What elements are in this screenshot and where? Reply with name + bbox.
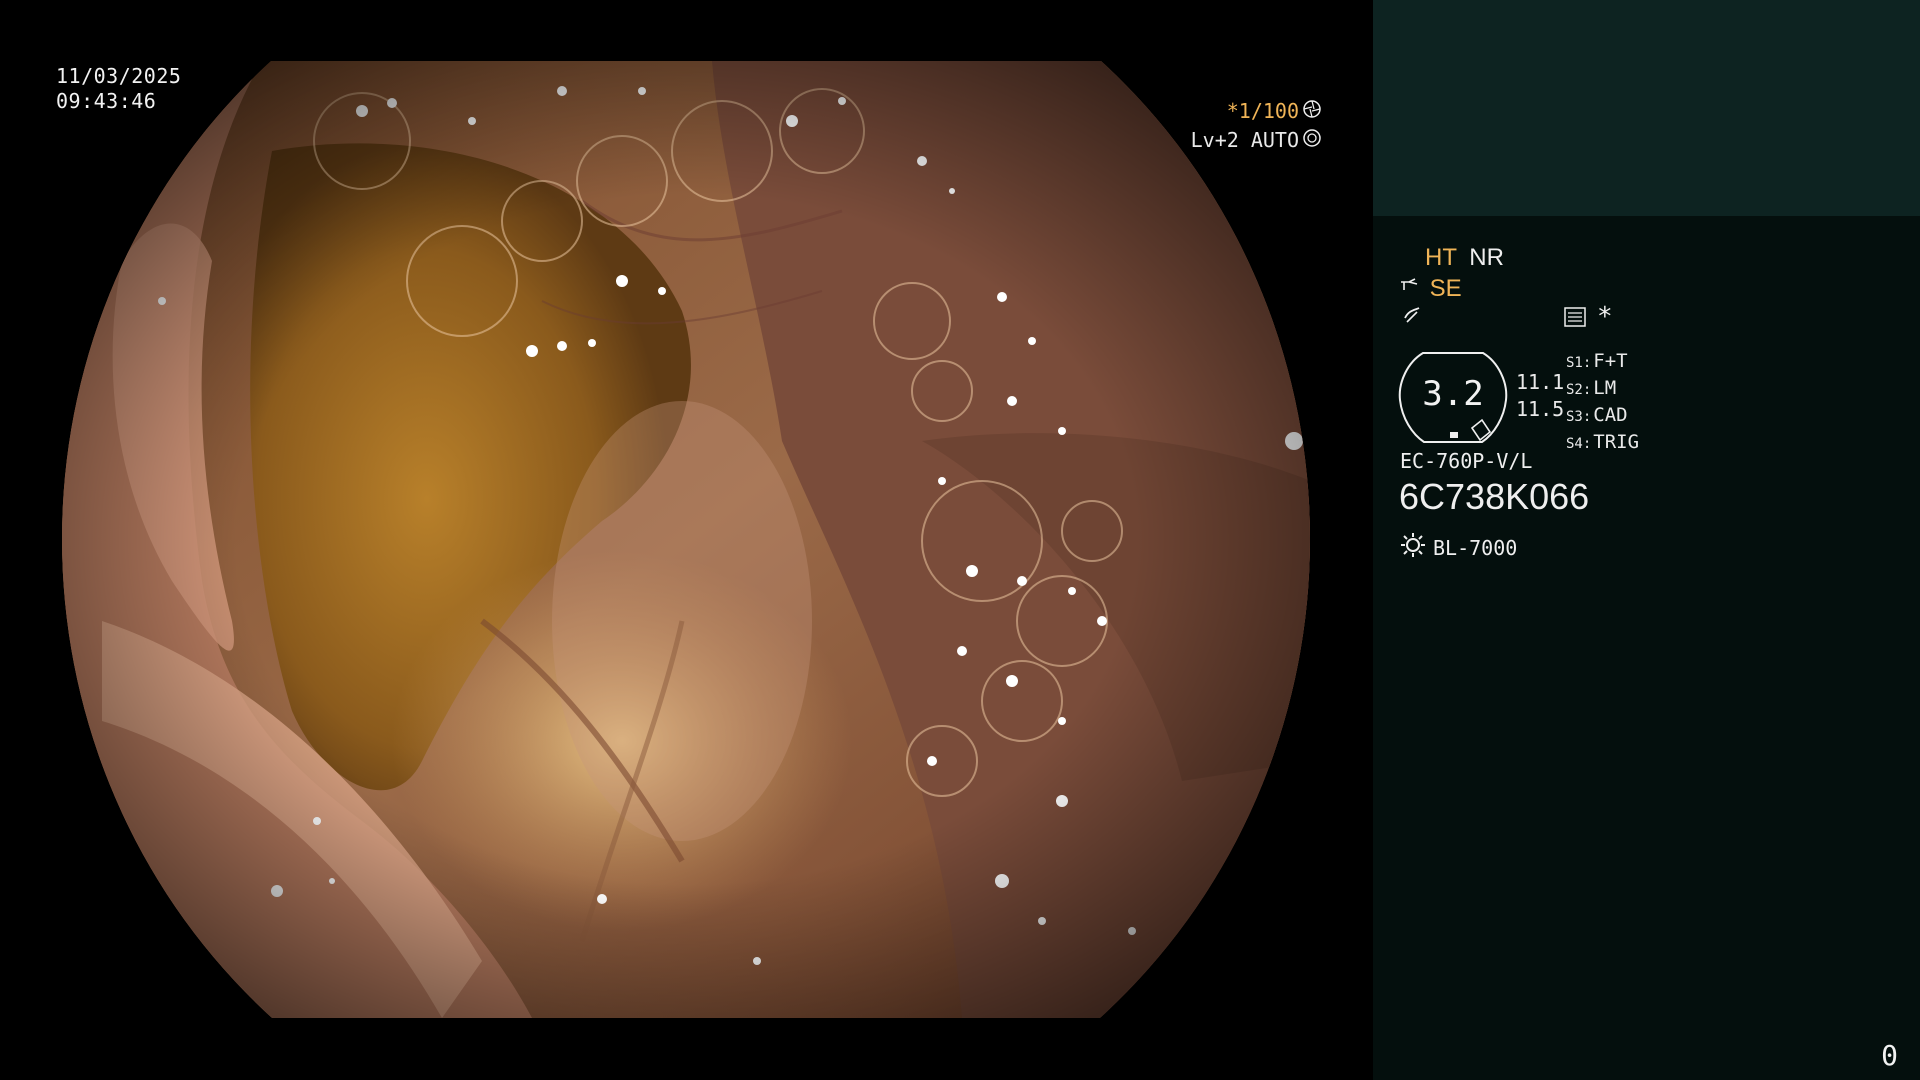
endoscopic-image [62, 61, 1310, 1018]
light-level: Lv+2 AUTO [1190, 128, 1299, 152]
switch-item: S2: LM [1566, 377, 1617, 399]
endoscope-viewport: 11/03/2025 09:43:46 *1/100 Lv+2 AUTO [0, 0, 1373, 1080]
curve-icon [1401, 304, 1423, 330]
scope-model: EC-760P-V/L [1400, 449, 1533, 473]
mode-nr: NR [1469, 244, 1504, 271]
readout-1: 11.1 [1516, 370, 1565, 394]
readout-2: 11.5 [1516, 397, 1565, 421]
mode-ht: HT [1425, 244, 1457, 271]
image-counter: 0 [1881, 1039, 1898, 1072]
light-source-label: BL-7000 [1433, 535, 1518, 560]
light-source-row: BL-7000 [1399, 531, 1517, 564]
panel-header-area [1373, 0, 1920, 216]
structure-enhancement-row: SE [1399, 275, 1462, 303]
settings-list-icon [1564, 307, 1586, 331]
level-row: Lv+2 AUTO [1191, 126, 1321, 154]
switch-item: S1: F+T [1566, 350, 1628, 372]
switch-item: S3: CAD [1566, 404, 1628, 426]
info-panel: HT NR SE * 3.2 11.1 11.5 S1: F+T S2: LM … [1373, 0, 1920, 1080]
exam-datetime: 11/03/2025 09:43:46 [56, 64, 181, 114]
scope-switch-list: S1: F+T S2: LM S3: CAD S4: TRIG [1566, 349, 1639, 457]
zoom-value: 3.2 [1422, 374, 1484, 414]
light-source-icon [1399, 531, 1427, 564]
scope-readouts: 11.1 11.5 [1516, 369, 1564, 423]
enhancement-modes: HT NR [1425, 244, 1504, 272]
shutter-row: *1/100 [1227, 97, 1321, 125]
structure-enhance-icon [1399, 275, 1423, 303]
mode-se: SE [1429, 275, 1462, 302]
auto-iris-icon [1303, 126, 1321, 154]
iris-icon [1303, 97, 1321, 125]
zoom-indicator: 3.2 [1398, 352, 1508, 443]
status-asterisk: * [1597, 302, 1613, 332]
switch-item: S4: TRIG [1566, 431, 1640, 453]
exam-date: 11/03/2025 [56, 64, 182, 88]
scope-serial: 6C738K066 [1399, 476, 1590, 517]
exam-time: 09:43:46 [56, 89, 157, 113]
colon-mucosa-image [62, 61, 1310, 1018]
shutter-speed: *1/100 [1226, 99, 1299, 123]
